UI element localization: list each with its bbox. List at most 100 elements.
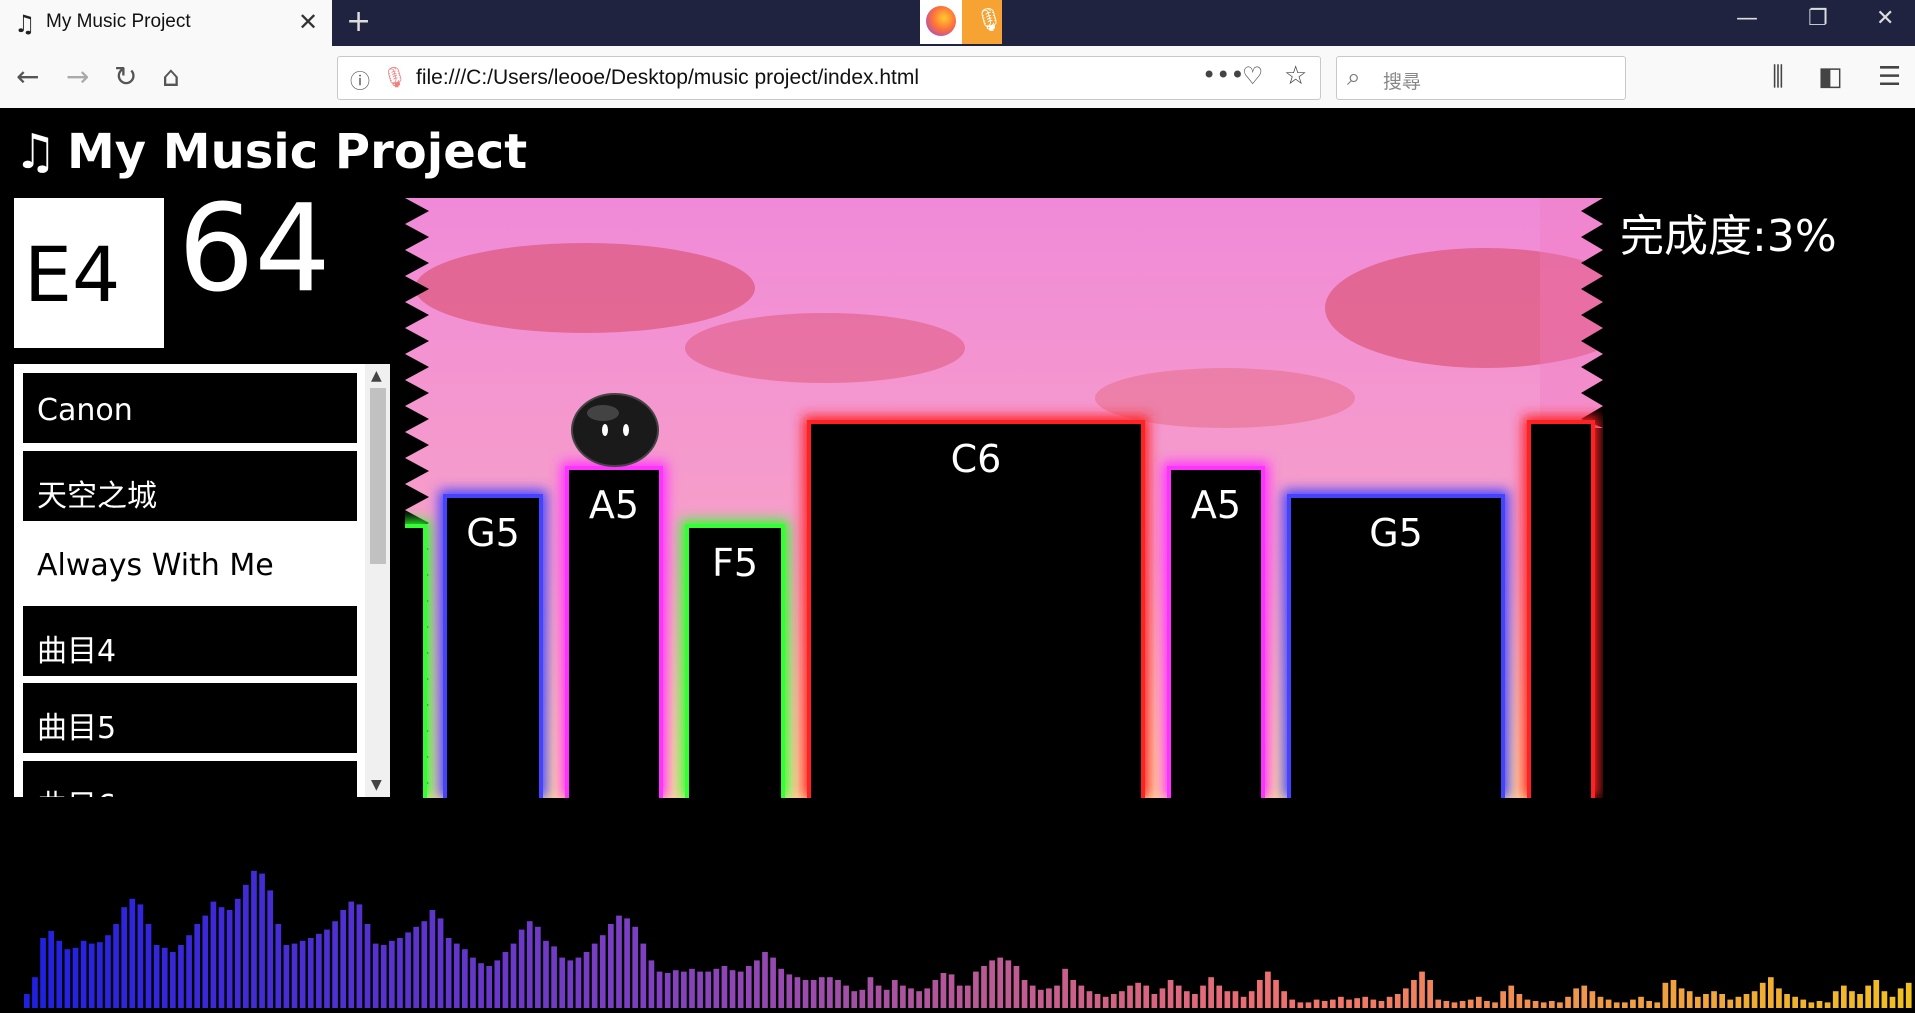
visualizer-bar <box>1727 999 1734 1008</box>
note-column-label: F5 <box>712 541 758 585</box>
visualizer-bar <box>226 910 233 1008</box>
sidebar-icon[interactable]: ◧ <box>1818 62 1843 92</box>
bookmark-star-icon[interactable]: ☆ <box>1284 61 1307 91</box>
visualizer-bar <box>737 971 744 1008</box>
library-icon[interactable]: ⫼ <box>1772 62 1784 93</box>
scrollbar-thumb[interactable] <box>370 388 386 564</box>
search-icon: ⌕ <box>1347 63 1361 91</box>
visualizer-bar <box>1354 998 1360 1008</box>
home-icon[interactable]: ⌂ <box>162 60 180 93</box>
scrollbar[interactable]: ▲ ▼ <box>365 364 390 797</box>
more-actions-icon[interactable]: ••• <box>1202 61 1244 89</box>
visualizer-bar <box>389 940 395 1008</box>
visualizer-bar <box>429 910 436 1008</box>
browser-tab-bar: ♫ My Music Project ✕ + 🎙 — ❐ ✕ <box>0 0 1915 46</box>
search-input[interactable]: ⌕ 搜尋 <box>1336 56 1626 100</box>
page-title-text: My Music Project <box>67 124 528 180</box>
visualizer-bar <box>1078 985 1085 1008</box>
visualizer-bar <box>316 933 322 1008</box>
address-bar[interactable]: ⓘ 🎙 file:///C:/Users/leooe/Desktop/music… <box>337 56 1321 100</box>
visualizer-bar <box>1581 985 1588 1008</box>
visualizer-bar <box>1849 991 1855 1008</box>
visualizer-bar <box>1459 1001 1466 1008</box>
song-list-item[interactable]: 天空之城 <box>23 450 357 521</box>
visualizer-bar <box>1589 991 1596 1008</box>
visualizer-bar <box>1508 985 1515 1008</box>
url-text[interactable]: file:///C:/Users/leooe/Desktop/music pro… <box>416 66 919 90</box>
reload-icon[interactable]: ↻ <box>114 60 137 93</box>
visualizer-bar <box>1046 988 1052 1008</box>
visualizer-bar <box>1329 999 1336 1008</box>
current-note-box: E4 <box>14 198 164 348</box>
visualizer-bar <box>794 977 801 1008</box>
visualizer-bar <box>453 943 460 1008</box>
visualizer-bar <box>1378 1001 1385 1008</box>
restore-icon[interactable]: ❐ <box>1808 6 1828 31</box>
back-arrow-icon[interactable]: ← <box>16 60 39 93</box>
song-list-item[interactable]: 曲目6 <box>23 760 357 797</box>
visualizer-bar <box>518 929 525 1008</box>
visualizer-bar <box>202 915 209 1008</box>
visualizer-bar <box>259 873 265 1008</box>
microphone-indicator-icon[interactable]: 🎙 <box>962 0 1003 44</box>
visualizer-bar <box>243 884 249 1008</box>
visualizer-bar <box>1338 996 1344 1008</box>
visualizer-bar <box>1370 999 1377 1008</box>
visualizer-bar <box>1443 1001 1450 1008</box>
visualizer-bar <box>80 940 87 1008</box>
visualizer-bar <box>64 949 71 1008</box>
game-canvas[interactable]: G5 A5 F5 C6 A5 G5 <box>405 198 1603 798</box>
visualizer-bar <box>1467 999 1474 1008</box>
visualizer-bar <box>543 940 549 1008</box>
visualizer-bar <box>1905 982 1912 1008</box>
song-list-item[interactable]: Always With Me <box>23 528 357 598</box>
note-column-label: C6 <box>951 437 1002 481</box>
blob-eye <box>602 424 608 436</box>
song-list-item[interactable]: 曲目4 <box>23 605 357 676</box>
scroll-down-icon[interactable]: ▼ <box>371 777 382 793</box>
microphone-icon[interactable]: 🎙 <box>382 65 407 89</box>
song-list-item[interactable]: 曲目5 <box>23 683 357 753</box>
visualizer-bar <box>186 935 192 1008</box>
close-tab-icon[interactable]: ✕ <box>298 8 318 36</box>
visualizer-bar <box>170 952 176 1008</box>
visualizer-bar <box>24 994 30 1008</box>
visualizer-bar <box>705 971 712 1008</box>
menu-icon[interactable]: ☰ <box>1878 62 1901 92</box>
browser-tab[interactable]: ♫ My Music Project ✕ <box>0 0 332 46</box>
pocket-icon[interactable]: ♡ <box>1242 62 1264 90</box>
new-tab-icon[interactable]: + <box>346 4 371 39</box>
audio-visualizer <box>24 870 1912 1008</box>
visualizer-bar <box>1605 999 1612 1008</box>
visualizer-bar <box>1475 996 1482 1008</box>
info-icon[interactable]: ⓘ <box>350 65 370 94</box>
note-column-label: G5 <box>466 511 520 555</box>
window-close-icon[interactable]: ✕ <box>1876 6 1894 31</box>
scroll-up-icon[interactable]: ▲ <box>371 368 382 384</box>
minimize-icon[interactable]: — <box>1736 6 1758 31</box>
visualizer-bar <box>1232 991 1239 1008</box>
navigation-toolbar: ← → ↻ ⌂ ⓘ 🎙 file:///C:/Users/leooe/Deskt… <box>0 46 1915 109</box>
song-list-item[interactable]: Canon <box>23 373 357 443</box>
note-column-label: A5 <box>1191 483 1241 527</box>
visualizer-bar <box>908 988 914 1008</box>
visualizer-bar <box>1151 994 1158 1008</box>
visualizer-bar <box>656 971 663 1008</box>
visualizer-bar <box>843 985 849 1008</box>
visualizer-bar <box>1216 985 1223 1008</box>
note-column <box>1531 424 1591 798</box>
visualizer-bar <box>1119 991 1125 1008</box>
visualizer-bar <box>1873 980 1880 1008</box>
visualizer-bar <box>478 963 484 1008</box>
visualizer-bar <box>510 943 517 1008</box>
visualizer-bar <box>1678 988 1685 1008</box>
visualizer-bar <box>981 966 987 1008</box>
visualizer-bar <box>1735 996 1742 1008</box>
visualizer-bar <box>1573 988 1579 1008</box>
visualizer-bar <box>1021 980 1028 1008</box>
visualizer-bar <box>810 980 817 1008</box>
visualizer-bar <box>1265 971 1271 1008</box>
visualizer-bar <box>681 971 687 1008</box>
visualizer-bar <box>145 924 152 1008</box>
forward-arrow-icon[interactable]: → <box>66 60 89 93</box>
